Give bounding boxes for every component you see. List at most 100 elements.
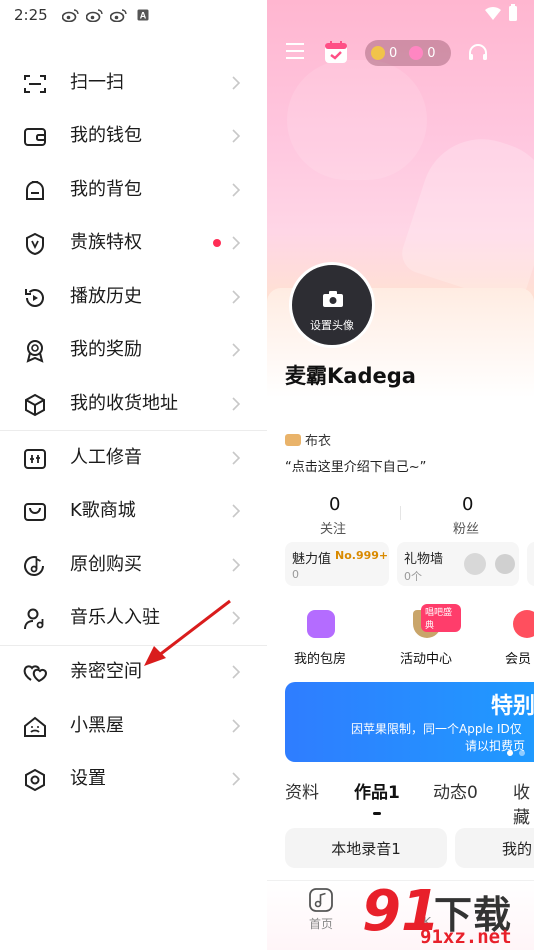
charm-value: 0 <box>292 568 299 581</box>
gift-wall-card[interactable]: 礼物墙 0个 <box>397 542 519 586</box>
chevron-right-icon <box>232 183 241 197</box>
tab-works[interactable]: 作品1 <box>354 778 400 803</box>
banner-text: 请以扣费页 <box>465 739 526 753</box>
chevron-right-icon <box>232 76 241 90</box>
wallet-icon <box>24 128 46 146</box>
gift-wall-count: 0个 <box>404 570 422 583</box>
profile-page: 0 0 设置头像 麦霸Kadega 布衣 “点击这里介绍下自己~” 0 关注 0… <box>267 0 534 950</box>
settings-icon <box>25 768 45 792</box>
chevron-right-icon <box>232 611 241 625</box>
camera-icon <box>323 291 343 307</box>
diamond-icon <box>409 46 424 60</box>
menu-item-scan[interactable]: 扫一扫 <box>0 63 267 103</box>
menu-item-label: 我的背包 <box>70 179 142 200</box>
charm-card[interactable]: 魅力值 No.999+ 0 <box>285 542 389 586</box>
nav-home[interactable]: 首页 <box>291 887 351 932</box>
quick-links: 我的包房 唱吧盛典 活动中心 会员 <box>267 596 534 676</box>
menu-item-noble[interactable]: 贵族特权 <box>0 223 267 263</box>
menu-item-label: 亲密空间 <box>70 661 142 682</box>
menu-item-backpack[interactable]: 我的背包 <box>0 170 267 210</box>
chevron-right-icon <box>232 236 241 250</box>
chevron-right-icon <box>232 290 241 304</box>
diamond-count: 0 <box>427 45 436 61</box>
following-count[interactable]: 0 <box>329 494 340 515</box>
quicklink-my-room[interactable]: 我的包房 <box>285 596 355 670</box>
menu-item-label: 我的收货地址 <box>70 393 178 414</box>
menu-divider <box>0 430 267 431</box>
headset-icon[interactable] <box>466 41 490 65</box>
gold-coin-count: 0 <box>389 45 398 61</box>
tab-activity[interactable]: 动态0 <box>433 778 478 803</box>
menu-item-intimate-space[interactable]: 亲密空间 <box>0 652 267 692</box>
menu-item-musician[interactable]: 音乐人入驻 <box>0 598 267 638</box>
tune-icon <box>24 449 46 469</box>
menu-item-label: 原创购买 <box>70 554 142 575</box>
tab-favorites[interactable]: 收藏 <box>513 778 534 828</box>
music-note-icon <box>309 888 333 912</box>
menu-item-shop[interactable]: K歌商城 <box>0 491 267 531</box>
quicklink-label: 我的包房 <box>293 652 346 667</box>
charm-rank: No.999+ <box>335 549 389 562</box>
chevron-right-icon <box>232 665 241 679</box>
fans-label[interactable]: 粉丝 <box>453 518 479 537</box>
active-tab-indicator <box>373 812 381 815</box>
menu-divider <box>0 645 267 646</box>
chevron-right-icon <box>232 504 241 518</box>
menu-item-settings[interactable]: 设置 <box>0 759 267 799</box>
activity-tag: 唱吧盛典 <box>421 604 461 632</box>
quicklink-vip[interactable]: 会员 <box>491 596 534 670</box>
menu-item-label: 人工修音 <box>70 447 142 468</box>
banner-text: 因苹果限制，同一个Apple ID仅 <box>351 722 522 736</box>
site-watermark: 91 下载站 91xz.net <box>358 882 534 950</box>
menu-item-blackroom[interactable]: 小黑屋 <box>0 706 267 746</box>
menu-item-label: 设置 <box>70 768 106 789</box>
menu-item-wallet[interactable]: 我的钱包 <box>0 116 267 156</box>
my-button[interactable]: 我的 <box>455 828 534 868</box>
banner-page-dot <box>507 750 513 756</box>
hero-decoration <box>287 60 427 180</box>
set-avatar-label: 设置头像 <box>310 319 354 332</box>
chevron-right-icon <box>232 558 241 572</box>
chevron-right-icon <box>232 772 241 786</box>
backpack-icon <box>26 181 44 200</box>
currency-pill[interactable]: 0 0 <box>365 40 451 66</box>
tab-profile[interactable]: 资料 <box>285 778 319 803</box>
shop-icon <box>24 503 46 521</box>
fans-count[interactable]: 0 <box>462 494 473 515</box>
menu-item-history[interactable]: 播放历史 <box>0 277 267 317</box>
notification-dot <box>213 239 221 247</box>
nav-label: 首页 <box>308 917 333 931</box>
menu-item-label: 播放历史 <box>70 286 142 307</box>
menu-item-address[interactable]: 我的收货地址 <box>0 384 267 424</box>
menu-item-label: 小黑屋 <box>70 715 124 736</box>
menu-item-original[interactable]: 原创购买 <box>0 545 267 585</box>
promo-banner[interactable]: 特别 因苹果限制，同一个Apple ID仅 请以扣费页 <box>285 682 534 762</box>
stat-divider <box>400 506 401 520</box>
gift-wall-title: 礼物墙 <box>404 552 444 567</box>
menu-item-label: 我的钱包 <box>70 125 142 146</box>
menu-item-rewards[interactable]: 我的奖励 <box>0 330 267 370</box>
status-time: 2:25 <box>14 6 48 24</box>
following-label[interactable]: 关注 <box>320 518 346 537</box>
quicklink-activity-center[interactable]: 唱吧盛典 活动中心 <box>391 596 461 670</box>
svg-text:A: A <box>139 11 146 21</box>
level-label: 布衣 <box>305 434 332 449</box>
menu-item-label: 贵族特权 <box>70 232 142 253</box>
chevron-right-icon <box>232 343 241 357</box>
box-icon <box>25 393 45 417</box>
more-card[interactable] <box>527 542 534 586</box>
menu-item-tuning[interactable]: 人工修音 <box>0 438 267 478</box>
checkin-calendar-icon[interactable] <box>323 39 349 65</box>
username: 麦霸Kadega <box>285 364 416 388</box>
medal-icon <box>26 340 44 363</box>
gift-icon <box>464 553 486 575</box>
music-disc-icon <box>24 556 44 576</box>
menu-item-label: 我的奖励 <box>70 339 142 360</box>
musician-icon <box>24 608 44 630</box>
user-level[interactable]: 布衣 <box>285 430 331 449</box>
wifi-icon <box>485 6 501 20</box>
local-recordings-button[interactable]: 本地录音1 <box>285 828 447 868</box>
avatar[interactable]: 设置头像 <box>289 262 375 348</box>
user-bio[interactable]: “点击这里介绍下自己~” <box>285 456 426 475</box>
menu-icon[interactable] <box>285 42 305 60</box>
